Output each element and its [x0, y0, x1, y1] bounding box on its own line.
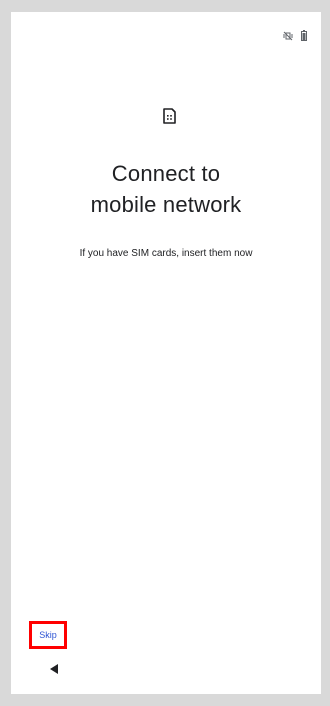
setup-screen: Connect to mobile network If you have SI…: [11, 12, 321, 694]
status-bar: [283, 30, 307, 41]
skip-button[interactable]: Skip: [39, 630, 57, 640]
sim-card-icon: [163, 108, 176, 129]
battery-icon: [301, 30, 307, 41]
device-frame: Connect to mobile network If you have SI…: [0, 0, 330, 706]
page-title-line-2: mobile network: [90, 192, 242, 217]
page-title-line-1: Connect to: [111, 161, 221, 186]
page-subtitle: If you have SIM cards, insert them now: [79, 248, 253, 259]
back-triangle-icon[interactable]: [49, 662, 59, 680]
vibrate-off-icon: [283, 31, 293, 41]
skip-highlight-box: Skip: [29, 621, 67, 649]
page-title: Connect to mobile network: [11, 158, 321, 220]
